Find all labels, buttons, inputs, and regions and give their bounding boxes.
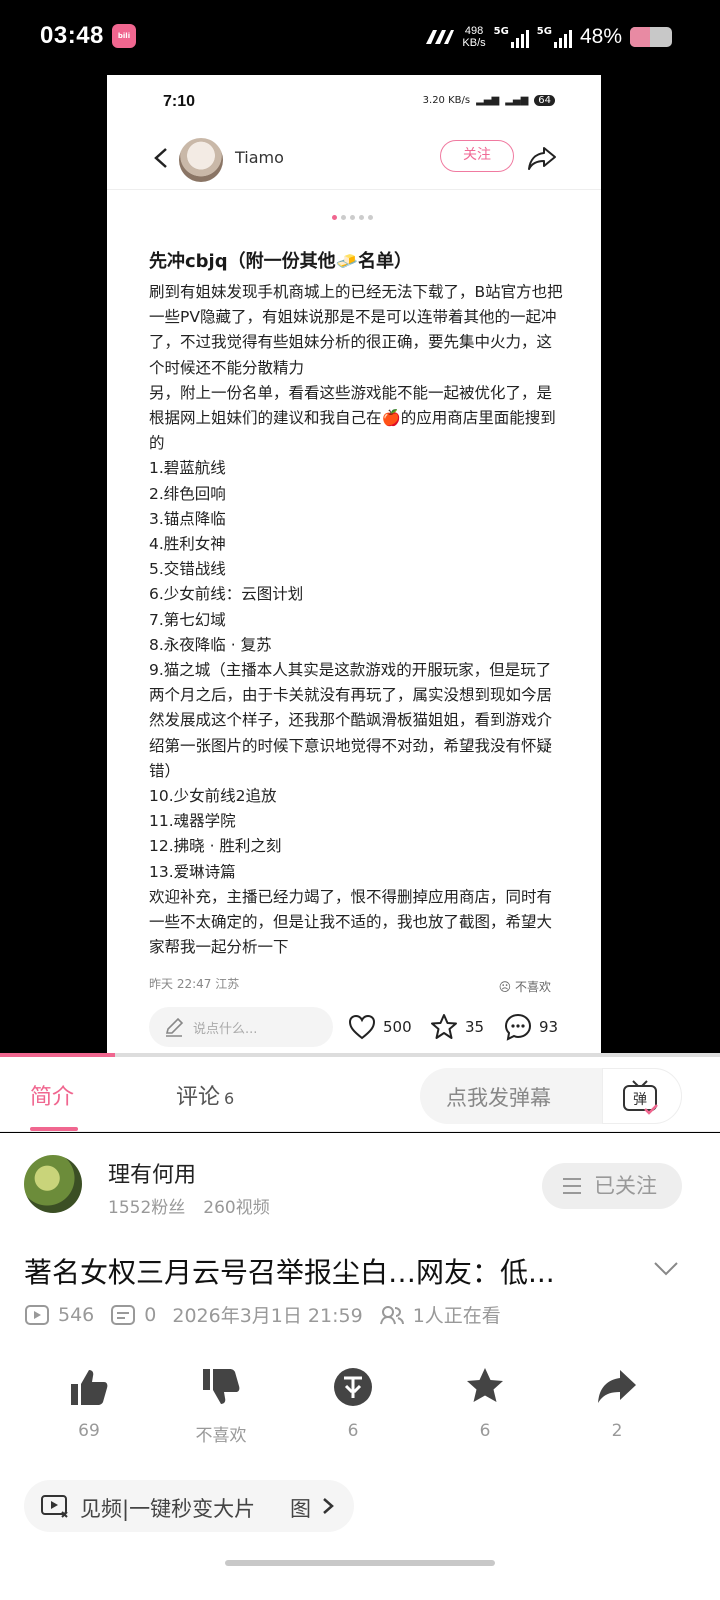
status-indicators: 498 KB/s 5G 5G 48% bbox=[424, 20, 672, 54]
tab-intro[interactable]: 简介 bbox=[30, 1079, 74, 1111]
chevron-down-icon[interactable] bbox=[652, 1259, 680, 1279]
signal-sim1-icon: 5G bbox=[494, 26, 529, 48]
share-button[interactable]: 2 bbox=[572, 1365, 662, 1441]
publish-date: 2026年3月1日 21:59 bbox=[172, 1305, 363, 1327]
post-comment-input: 说点什么... bbox=[149, 1007, 333, 1047]
tab-bar: 简介 评论 6 点我发弹幕 弹 bbox=[0, 1057, 720, 1132]
watching-users-icon bbox=[379, 1305, 404, 1324]
video-title: 著名女权三月云号召举报尘白…网友：低... bbox=[24, 1256, 555, 1289]
view-count: 546 bbox=[58, 1303, 95, 1326]
danmaku-count-icon bbox=[111, 1304, 136, 1325]
coin-button[interactable]: 6 bbox=[308, 1365, 398, 1441]
dislike-button[interactable]: 不喜欢 bbox=[176, 1365, 266, 1446]
uploader-fans: 1552粉丝 bbox=[108, 1198, 186, 1218]
battery-icon bbox=[630, 27, 672, 47]
menu-lines-icon bbox=[563, 1178, 581, 1194]
share-icon bbox=[528, 147, 556, 170]
post-action-bar: 说点什么... 500 35 93 bbox=[107, 1000, 601, 1060]
uploader-stats: 1552粉丝 260视频 bbox=[108, 1193, 270, 1218]
nfc-icon bbox=[426, 30, 455, 44]
video-player[interactable]: 7:10 3.20 KB/s ▂▄▆ ▂▄▆ 64 Tiamo 关注 先冲cbj… bbox=[0, 75, 720, 1060]
post-title: 先冲cbjq（附一份其他🧈名单） bbox=[149, 251, 413, 272]
post-comments: 93 bbox=[503, 1012, 558, 1042]
post-like: 500 bbox=[347, 1012, 412, 1042]
danmaku-count: 0 bbox=[144, 1303, 157, 1326]
pen-icon bbox=[165, 1017, 184, 1037]
danmaku-tv-icon: 弹 bbox=[623, 1080, 658, 1115]
inner-status-bar: 7:10 3.20 KB/s ▂▄▆ ▂▄▆ 64 bbox=[107, 83, 601, 119]
svg-text:弹: 弹 bbox=[633, 1092, 647, 1108]
promo-banner[interactable]: 见频|一键秒变大片 图 bbox=[24, 1480, 354, 1532]
heart-icon bbox=[348, 1014, 376, 1040]
video-edit-icon bbox=[41, 1495, 68, 1518]
video-info: 著名女权三月云号召举报尘白…网友：低... 546 0 2026年3月1日 21… bbox=[0, 1233, 720, 1353]
follow-button: 关注 bbox=[440, 140, 514, 172]
post-body: 刷到有姐妹发现手机商城上的已经无法下载了，B站官方也把一些PV隐藏了，有姐妹说那… bbox=[149, 283, 563, 957]
play-count-icon bbox=[25, 1304, 49, 1325]
chevron-right-icon bbox=[323, 1498, 334, 1514]
post-header: Tiamo 关注 bbox=[107, 130, 601, 190]
like-button[interactable]: 69 bbox=[44, 1365, 134, 1441]
star-icon bbox=[467, 1368, 503, 1402]
followed-button[interactable]: 已关注 bbox=[542, 1163, 682, 1209]
coin-icon bbox=[334, 1368, 372, 1406]
share-arrow-icon bbox=[598, 1370, 636, 1403]
bottom-area: 见频|一键秒变大片 图 bbox=[0, 1468, 720, 1600]
status-time: 03:48 bbox=[40, 22, 104, 49]
watching-count: 1人正在看 bbox=[412, 1305, 501, 1327]
image-pager-dots bbox=[332, 215, 373, 220]
status-bar: 03:48 bili 498 KB/s 5G 5G 48% bbox=[0, 0, 720, 75]
battery-percent: 48% bbox=[579, 25, 622, 48]
post-star: 35 bbox=[429, 1012, 484, 1042]
thumbs-up-icon bbox=[71, 1370, 108, 1405]
danmaku-toggle-button[interactable]: 弹 bbox=[602, 1068, 682, 1124]
signal-sim2-icon: 5G bbox=[537, 26, 572, 48]
home-indicator[interactable] bbox=[225, 1560, 495, 1566]
danmaku-placeholder: 点我发弹幕 bbox=[446, 1086, 551, 1110]
comment-bubble-icon bbox=[504, 1013, 532, 1041]
uploader-name[interactable]: 理有何用 bbox=[108, 1157, 196, 1189]
favorite-button[interactable]: 6 bbox=[440, 1365, 530, 1441]
star-icon bbox=[431, 1014, 457, 1039]
uploader-videos: 260视频 bbox=[203, 1198, 270, 1218]
author-name: Tiamo bbox=[235, 148, 284, 167]
post-time-location: 昨天 22:47 江苏 bbox=[149, 977, 240, 991]
author-avatar bbox=[179, 138, 223, 182]
video-action-row: 69 不喜欢 6 6 2 bbox=[0, 1353, 720, 1468]
back-icon bbox=[154, 148, 167, 168]
active-tab-indicator bbox=[30, 1127, 78, 1131]
uploader-card: 理有何用 1552粉丝 260视频 已关注 bbox=[0, 1133, 720, 1233]
danmaku-input[interactable]: 点我发弹幕 弹 bbox=[420, 1068, 682, 1124]
uploader-avatar[interactable] bbox=[24, 1155, 82, 1213]
tab-comments[interactable]: 评论 6 bbox=[176, 1079, 234, 1111]
network-speed: 498 KB/s bbox=[462, 25, 486, 49]
video-stats: 546 0 2026年3月1日 21:59 1人正在看 bbox=[24, 1301, 501, 1328]
post-dislike: ☹ 不喜欢 bbox=[498, 980, 551, 994]
thumbs-down-icon bbox=[203, 1369, 240, 1404]
video-frame-post-screenshot: 7:10 3.20 KB/s ▂▄▆ ▂▄▆ 64 Tiamo 关注 先冲cbj… bbox=[107, 75, 601, 1060]
bilibili-notification-icon: bili bbox=[112, 24, 136, 48]
